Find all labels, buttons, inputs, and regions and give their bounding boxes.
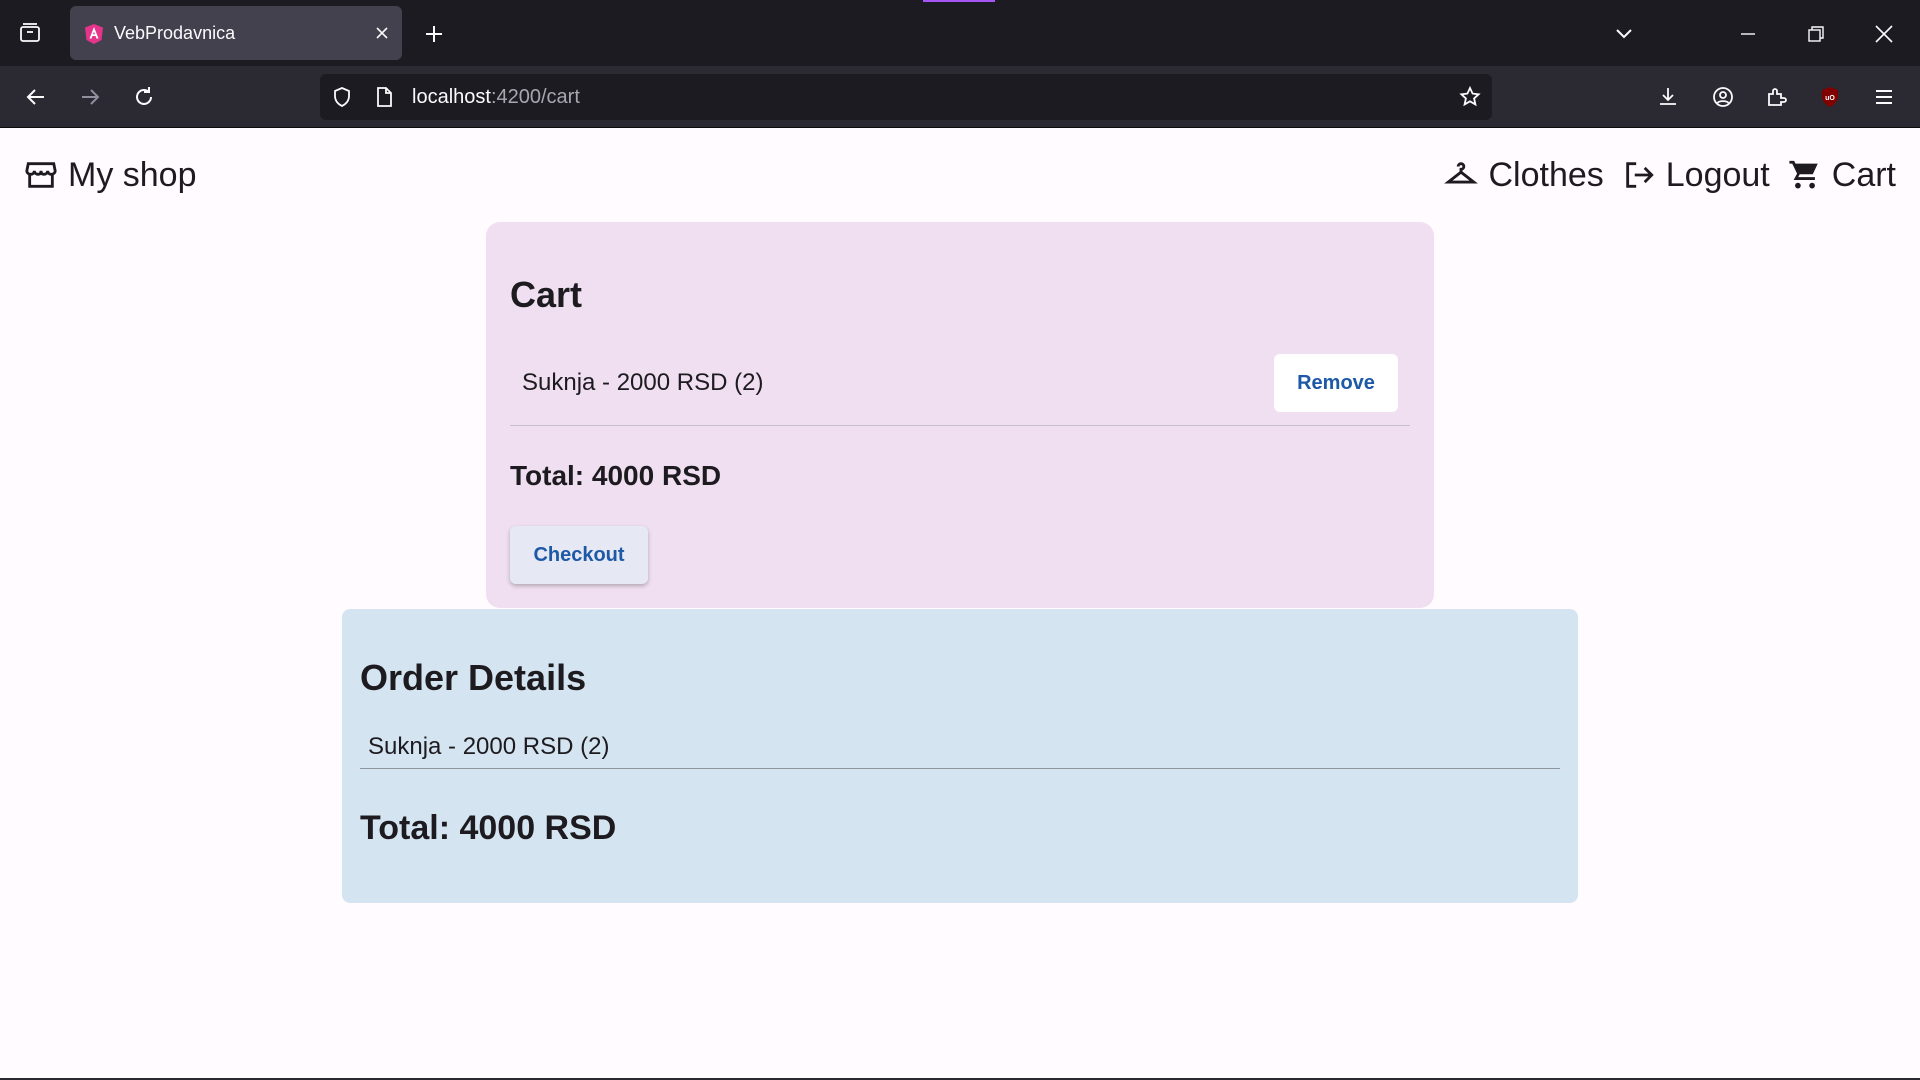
nav-logout-link[interactable]: Logout xyxy=(1622,156,1770,195)
remove-button[interactable]: Remove xyxy=(1274,354,1398,412)
cart-total: Total: 4000 RSD xyxy=(510,460,722,491)
nav-logout-label: Logout xyxy=(1665,155,1770,194)
downloads-icon[interactable] xyxy=(1650,79,1686,115)
tab-strip-indicator xyxy=(923,0,995,2)
brand[interactable]: My shop xyxy=(24,152,197,198)
extensions-icon[interactable] xyxy=(1758,79,1794,115)
cart-list-item: Suknja - 2000 RSD (2) Remove xyxy=(510,352,1410,426)
nav-cart-label: Cart xyxy=(1831,155,1896,194)
account-icon[interactable] xyxy=(1705,79,1741,115)
app-header: My shop Clothes Logout Cart xyxy=(0,128,1920,222)
top-nav: Clothes Logout Cart xyxy=(1444,152,1896,198)
order-list-item: Suknja - 2000 RSD (2) xyxy=(360,727,1560,769)
order-details-title: Order Details xyxy=(360,657,587,698)
restore-window-icon[interactable] xyxy=(1796,14,1836,54)
reload-icon[interactable] xyxy=(126,79,162,115)
forward-arrow-icon[interactable] xyxy=(72,79,108,115)
page-info-icon[interactable] xyxy=(372,85,396,109)
close-window-icon[interactable] xyxy=(1864,14,1904,54)
order-details-card: Order Details Suknja - 2000 RSD (2) Tota… xyxy=(342,609,1578,903)
cart-icon xyxy=(1789,160,1818,189)
order-total: Total: 4000 RSD xyxy=(360,809,617,847)
shield-icon[interactable] xyxy=(330,85,354,109)
back-arrow-icon[interactable] xyxy=(18,79,54,115)
minimize-window-icon[interactable] xyxy=(1728,14,1768,54)
bookmark-star-icon[interactable] xyxy=(1458,85,1482,109)
order-item-text: Suknja - 2000 RSD (2) xyxy=(368,733,610,760)
hanger-icon xyxy=(1444,162,1479,184)
nav-cart-link[interactable]: Cart xyxy=(1788,156,1896,195)
nav-clothes-label: Clothes xyxy=(1488,155,1604,194)
browser-tab-strip: VebProdavnica xyxy=(0,0,1920,66)
url-path: :4200/cart xyxy=(490,86,580,108)
ublock-origin-icon[interactable]: uO xyxy=(1812,79,1848,115)
url-host: localhost xyxy=(412,86,491,108)
url-bar[interactable]: localhost:4200/cart xyxy=(320,74,1492,120)
new-tab-icon[interactable] xyxy=(418,18,450,50)
nav-clothes-link[interactable]: Clothes xyxy=(1444,155,1604,195)
chevron-down-icon[interactable] xyxy=(1608,18,1640,50)
cart-title: Cart xyxy=(510,274,583,315)
angular-favicon-icon xyxy=(82,22,106,46)
browser-tab-title: VebProdavnica xyxy=(114,23,236,43)
browser-tab[interactable]: VebProdavnica xyxy=(70,6,402,60)
storefront-icon xyxy=(25,162,57,188)
checkout-button[interactable]: Checkout xyxy=(510,526,648,584)
list-all-tabs-icon[interactable] xyxy=(14,17,46,49)
close-tab-icon[interactable] xyxy=(370,21,394,45)
browser-toolbar: localhost:4200/cart uO xyxy=(0,66,1920,128)
svg-text:uO: uO xyxy=(1825,95,1835,102)
brand-label: My shop xyxy=(68,155,197,194)
hamburger-menu-icon[interactable] xyxy=(1866,79,1902,115)
logout-icon xyxy=(1626,162,1654,188)
url-text: localhost:4200/cart xyxy=(412,74,580,120)
app-page: My shop Clothes Logout Cart Cart Suknja … xyxy=(0,128,1920,1080)
cart-item-text: Suknja - 2000 RSD (2) xyxy=(522,369,764,396)
